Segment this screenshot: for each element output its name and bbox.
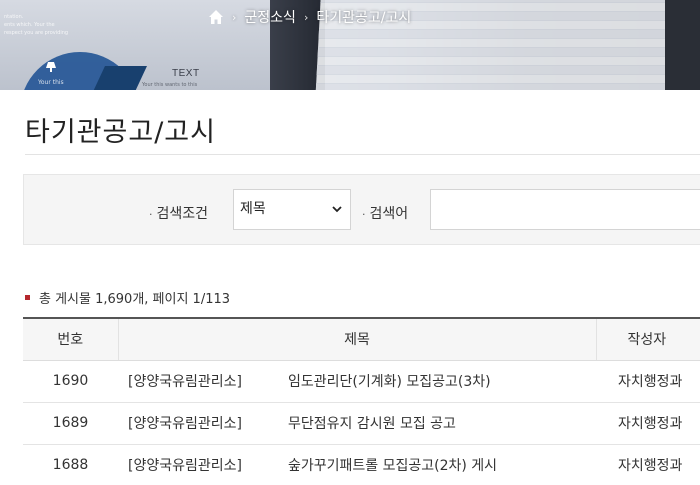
search-condition-select[interactable]: 제목 — [233, 189, 351, 230]
breadcrumb: › 군정소식 › 타기관공고/고시 — [208, 7, 411, 27]
row-title-cell[interactable]: [양양국유림관리소] 임도관리단(기계화) 모집공고(3차) — [118, 360, 596, 403]
row-subject-link[interactable]: 무단점유지 감시원 모집 공고 — [288, 416, 456, 432]
row-number: 1689 — [23, 402, 118, 445]
hero-fan-caption: Your this — [38, 79, 64, 86]
page-title: 타기관공고/고시 — [25, 117, 216, 148]
chevron-right-icon: › — [232, 10, 237, 24]
table-row[interactable]: 1688 [양양국유림관리소] 숲가꾸기패트롤 모집공고(2차) 게시 자치행정과 — [23, 444, 700, 485]
search-panel: · 검색조건 제목 · 검색어 — [23, 174, 700, 245]
row-category: [양양국유림관리소] — [128, 458, 242, 474]
search-keyword-label: · 검색어 — [362, 203, 408, 223]
notice-table: 번호 제목 작성자 1690 [양양국유림관리소] 임도관리단(기계화) 모집공고… — [23, 317, 700, 485]
search-keyword-input[interactable] — [430, 189, 700, 230]
search-keyword-label-text: 검색어 — [369, 206, 409, 222]
header-title: 제목 — [118, 318, 597, 361]
header-number: 번호 — [23, 318, 119, 361]
row-author: 자치행정과 — [596, 360, 700, 403]
table-row[interactable]: 1690 [양양국유림관리소] 임도관리단(기계화) 모집공고(3차) 자치행정과 — [23, 360, 700, 403]
hero-tiny-text: ntation. — [4, 14, 24, 20]
post-count-summary: 총 게시물 1,690개, 페이지 1/113 — [25, 288, 230, 307]
hero-banner: ntation. ents which. Your the respect yo… — [0, 0, 700, 90]
search-condition-label: · 검색조건 — [149, 203, 208, 223]
title-divider — [25, 154, 700, 155]
header-author: 작성자 — [596, 318, 700, 361]
row-title-cell[interactable]: [양양국유림관리소] 무단점유지 감시원 모집 공고 — [118, 402, 596, 445]
hero-tiny-text: ents which. Your the — [4, 22, 55, 28]
row-author: 자치행정과 — [596, 444, 700, 485]
hero-text-label: TEXT — [172, 68, 200, 79]
search-condition-value: 제목 — [240, 201, 266, 217]
breadcrumb-item-news[interactable]: 군정소식 — [244, 7, 296, 27]
row-number: 1690 — [23, 360, 118, 403]
row-subject-link[interactable]: 임도관리단(기계화) 모집공고(3차) — [288, 374, 491, 390]
table-header-row: 번호 제목 작성자 — [23, 318, 700, 361]
row-category: [양양국유림관리소] — [128, 374, 242, 390]
hero-right-edge — [665, 0, 700, 90]
row-subject-link[interactable]: 숲가꾸기패트롤 모집공고(2차) 게시 — [288, 458, 497, 474]
square-bullet-icon — [25, 295, 30, 300]
row-category: [양양국유림관리소] — [128, 416, 242, 432]
row-title-cell[interactable]: [양양국유림관리소] 숲가꾸기패트롤 모집공고(2차) 게시 — [118, 444, 596, 485]
bullet-dot: · — [149, 208, 153, 221]
table-row[interactable]: 1689 [양양국유림관리소] 무단점유지 감시원 모집 공고 자치행정과 — [23, 402, 700, 445]
search-condition-label-text: 검색조건 — [156, 206, 209, 222]
chevron-right-icon: › — [303, 10, 309, 24]
hero-sub-caption: Your this wants to this — [142, 82, 198, 88]
post-count-text: 총 게시물 1,690개, 페이지 1/113 — [39, 292, 231, 307]
hero-tiny-text: respect you are providing — [4, 30, 69, 36]
row-number: 1688 — [23, 444, 118, 485]
row-author: 자치행정과 — [596, 402, 700, 445]
home-icon[interactable] — [208, 9, 224, 25]
breadcrumb-item-current[interactable]: 타기관공고/고시 — [316, 7, 411, 27]
chevron-down-icon — [332, 190, 342, 245]
bullet-dot: · — [362, 208, 366, 221]
